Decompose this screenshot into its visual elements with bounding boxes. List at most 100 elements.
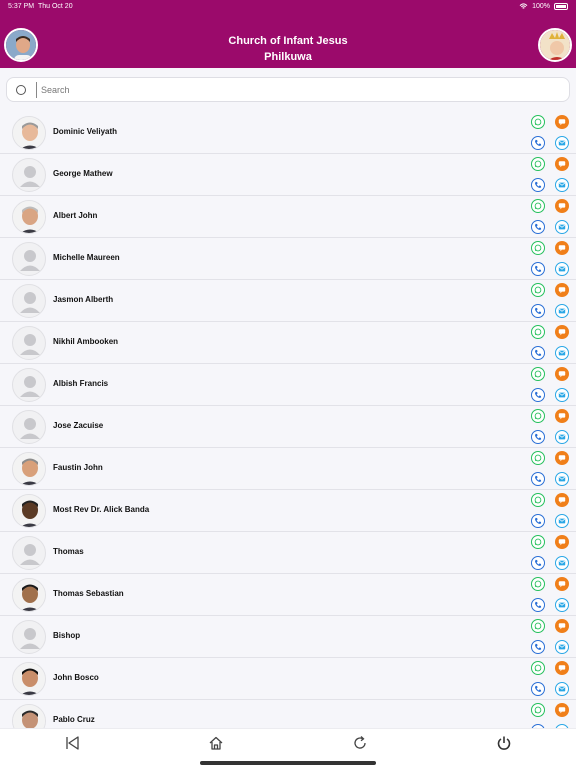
mail-button[interactable] bbox=[555, 472, 569, 486]
mail-button[interactable] bbox=[555, 178, 569, 192]
message-button[interactable] bbox=[555, 199, 569, 213]
call-button[interactable] bbox=[531, 682, 545, 696]
contact-row[interactable]: George Mathew bbox=[0, 154, 576, 196]
home-icon[interactable] bbox=[208, 735, 224, 751]
phone-icon bbox=[534, 349, 542, 356]
message-button[interactable] bbox=[555, 451, 569, 465]
message-button[interactable] bbox=[555, 493, 569, 507]
contact-row[interactable]: Pablo Cruz bbox=[0, 700, 576, 728]
whatsapp-button[interactable] bbox=[531, 241, 545, 255]
whatsapp-button[interactable] bbox=[531, 157, 545, 171]
wifi-icon bbox=[519, 3, 528, 9]
whatsapp-button[interactable] bbox=[531, 661, 545, 675]
whatsapp-button[interactable] bbox=[531, 619, 545, 633]
contact-name: Jose Zacuise bbox=[53, 421, 104, 430]
call-button[interactable] bbox=[531, 262, 545, 276]
mail-button[interactable] bbox=[555, 514, 569, 528]
mail-button[interactable] bbox=[555, 262, 569, 276]
search-input[interactable] bbox=[36, 82, 556, 98]
message-button[interactable] bbox=[555, 619, 569, 633]
call-button[interactable] bbox=[531, 178, 545, 192]
message-button[interactable] bbox=[555, 325, 569, 339]
message-icon bbox=[558, 245, 566, 252]
contact-row[interactable]: Albert John bbox=[0, 196, 576, 238]
mail-button[interactable] bbox=[555, 598, 569, 612]
mail-button[interactable] bbox=[555, 388, 569, 402]
contact-row[interactable]: Dominic Veliyath bbox=[0, 112, 576, 154]
home-indicator[interactable] bbox=[200, 761, 376, 765]
whatsapp-button[interactable] bbox=[531, 367, 545, 381]
call-button[interactable] bbox=[531, 388, 545, 402]
contact-list: Dominic Veliyath George Mathew Albert John… bbox=[0, 112, 576, 728]
mail-button[interactable] bbox=[555, 556, 569, 570]
call-button[interactable] bbox=[531, 346, 545, 360]
page-title: Church of Infant Jesus bbox=[228, 35, 348, 47]
contact-row[interactable]: Thomas Sebastian bbox=[0, 574, 576, 616]
whatsapp-button[interactable] bbox=[531, 577, 545, 591]
contact-row[interactable]: John Bosco bbox=[0, 658, 576, 700]
power-icon[interactable] bbox=[496, 735, 512, 751]
contact-row[interactable]: Most Rev Dr. Alick Banda bbox=[0, 490, 576, 532]
mail-button[interactable] bbox=[555, 682, 569, 696]
call-button[interactable] bbox=[531, 556, 545, 570]
phone-icon bbox=[534, 139, 542, 146]
message-button[interactable] bbox=[555, 157, 569, 171]
message-button[interactable] bbox=[555, 703, 569, 717]
avatar-placeholder bbox=[12, 158, 46, 192]
call-button[interactable] bbox=[531, 220, 545, 234]
mail-button[interactable] bbox=[555, 304, 569, 318]
phone-icon bbox=[534, 517, 542, 524]
whatsapp-button[interactable] bbox=[531, 535, 545, 549]
whatsapp-button[interactable] bbox=[531, 451, 545, 465]
call-button[interactable] bbox=[531, 304, 545, 318]
back-icon[interactable] bbox=[64, 735, 80, 751]
message-button[interactable] bbox=[555, 661, 569, 675]
whatsapp-icon bbox=[534, 412, 542, 420]
message-button[interactable] bbox=[555, 283, 569, 297]
message-button[interactable] bbox=[555, 115, 569, 129]
mail-button[interactable] bbox=[555, 220, 569, 234]
message-button[interactable] bbox=[555, 409, 569, 423]
message-button[interactable] bbox=[555, 367, 569, 381]
mail-button[interactable] bbox=[555, 136, 569, 150]
contact-name: Dominic Veliyath bbox=[53, 127, 118, 136]
message-button[interactable] bbox=[555, 241, 569, 255]
call-button[interactable] bbox=[531, 598, 545, 612]
infant-jesus-avatar[interactable] bbox=[538, 28, 572, 62]
whatsapp-button[interactable] bbox=[531, 325, 545, 339]
message-icon bbox=[558, 623, 566, 630]
contact-row[interactable]: Thomas bbox=[0, 532, 576, 574]
whatsapp-button[interactable] bbox=[531, 199, 545, 213]
contact-row[interactable]: Michelle Maureen bbox=[0, 238, 576, 280]
call-button[interactable] bbox=[531, 136, 545, 150]
contact-row[interactable]: Jasmon Alberth bbox=[0, 280, 576, 322]
refresh-icon[interactable] bbox=[352, 735, 368, 751]
search-icon bbox=[16, 85, 26, 95]
phone-icon bbox=[534, 223, 542, 230]
contact-row[interactable]: Nikhil Ambooken bbox=[0, 322, 576, 364]
call-button[interactable] bbox=[531, 430, 545, 444]
contact-name: John Bosco bbox=[53, 673, 99, 682]
contact-row[interactable]: Faustin John bbox=[0, 448, 576, 490]
call-button[interactable] bbox=[531, 640, 545, 654]
whatsapp-icon bbox=[534, 538, 542, 546]
call-button[interactable] bbox=[531, 472, 545, 486]
call-button[interactable] bbox=[531, 514, 545, 528]
message-button[interactable] bbox=[555, 577, 569, 591]
mail-button[interactable] bbox=[555, 430, 569, 444]
phone-icon bbox=[534, 391, 542, 398]
mail-button[interactable] bbox=[555, 640, 569, 654]
whatsapp-button[interactable] bbox=[531, 409, 545, 423]
contact-row[interactable]: Bishop bbox=[0, 616, 576, 658]
whatsapp-button[interactable] bbox=[531, 115, 545, 129]
whatsapp-button[interactable] bbox=[531, 283, 545, 297]
contact-name: Bishop bbox=[53, 631, 81, 640]
message-button[interactable] bbox=[555, 535, 569, 549]
whatsapp-button[interactable] bbox=[531, 493, 545, 507]
mail-icon bbox=[558, 266, 566, 272]
whatsapp-icon bbox=[534, 160, 542, 168]
contact-row[interactable]: Jose Zacuise bbox=[0, 406, 576, 448]
whatsapp-button[interactable] bbox=[531, 703, 545, 717]
contact-row[interactable]: Albish Francis bbox=[0, 364, 576, 406]
mail-button[interactable] bbox=[555, 346, 569, 360]
